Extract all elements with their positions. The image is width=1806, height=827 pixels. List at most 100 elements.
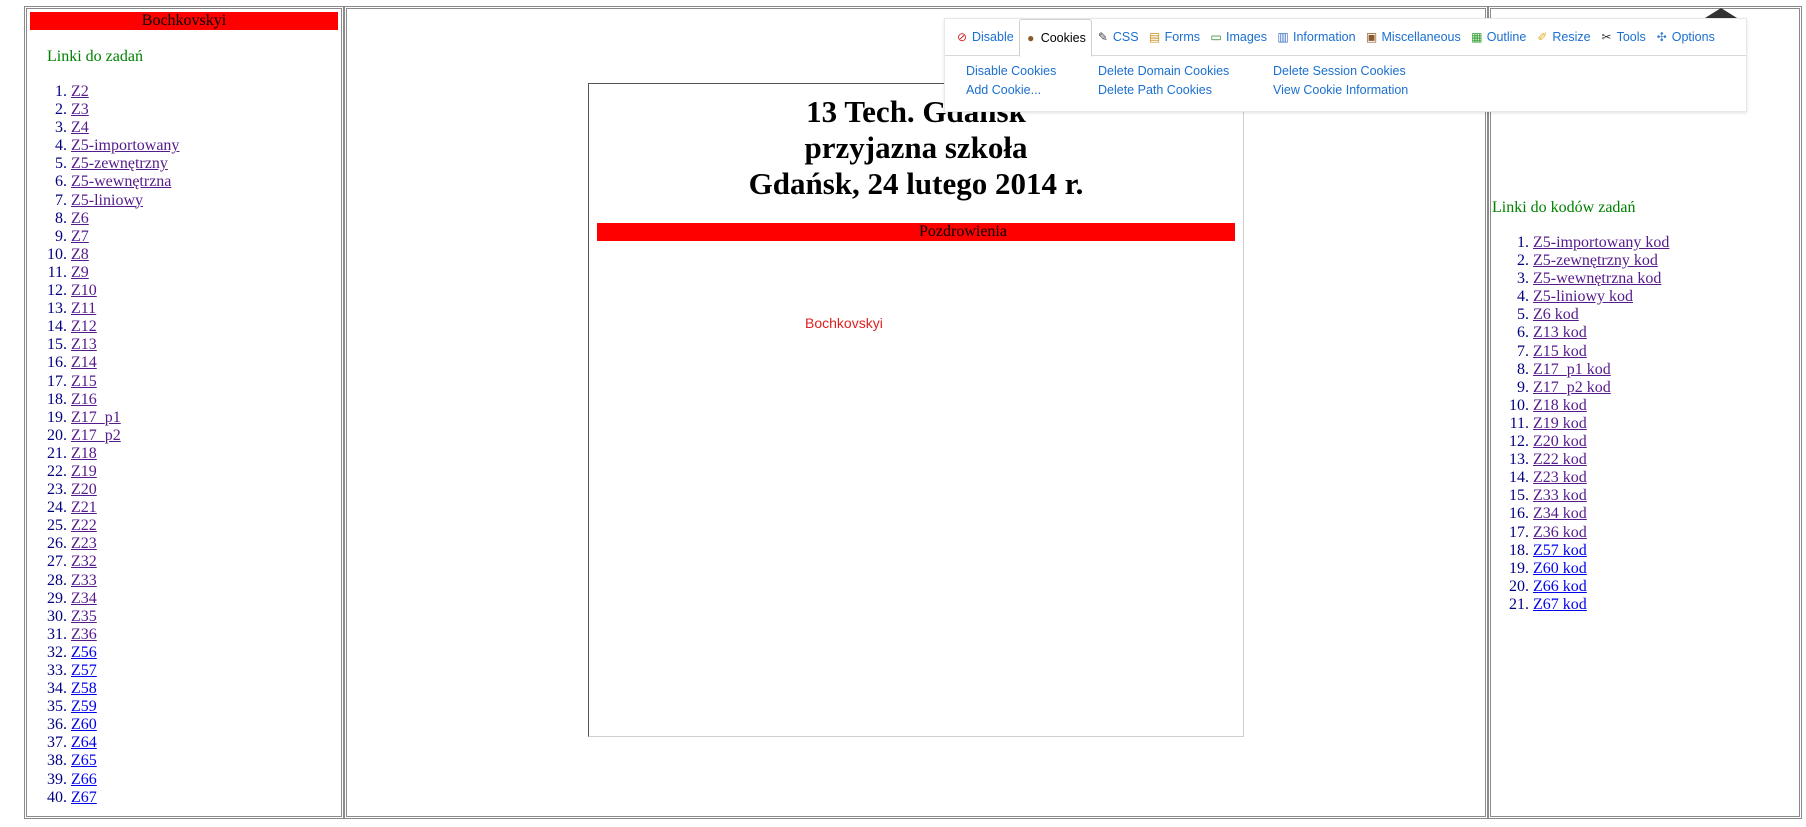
link-z9[interactable]: Z9 <box>71 264 89 282</box>
link-z36[interactable]: Z36 <box>71 626 97 644</box>
link-z22-kod[interactable]: Z22 kod <box>1533 451 1587 469</box>
tab-outline[interactable]: ▦ Outline <box>1466 20 1532 54</box>
link-z5-importowany-kod[interactable]: Z5-importowany kod <box>1533 234 1669 252</box>
list-item: 20. Z66 kod <box>1491 578 1799 596</box>
link-z60[interactable]: Z60 <box>71 716 97 734</box>
link-z32[interactable]: Z32 <box>71 553 97 571</box>
link-z15[interactable]: Z15 <box>71 373 97 391</box>
link-z34-kod[interactable]: Z34 kod <box>1533 505 1587 523</box>
outline-icon: ▦ <box>1471 30 1483 44</box>
tab-label: Images <box>1225 30 1267 44</box>
link-z6-kod[interactable]: Z6 kod <box>1533 306 1579 324</box>
view-cookie-information-item[interactable]: View Cookie Information <box>1273 83 1473 97</box>
link-z5-importowany[interactable]: Z5-importowany <box>71 137 179 155</box>
list-item: 12. Z20 kod <box>1491 433 1799 451</box>
link-z5-zewn-trzny-kod[interactable]: Z5-zewnętrzny kod <box>1533 252 1658 270</box>
tab-cookies[interactable]: ● Cookies <box>1018 19 1092 57</box>
link-z19[interactable]: Z19 <box>71 463 97 481</box>
link-z11[interactable]: Z11 <box>71 300 96 318</box>
list-item: 18. Z16 <box>27 391 341 409</box>
list-item: 7. Z5-liniowy <box>27 192 341 210</box>
link-z64[interactable]: Z64 <box>71 734 97 752</box>
list-item: 17. Z36 kod <box>1491 524 1799 542</box>
link-z5-liniowy[interactable]: Z5-liniowy <box>71 192 143 210</box>
tab-forms[interactable]: ▤ Forms <box>1144 20 1205 54</box>
link-z2[interactable]: Z2 <box>71 83 89 101</box>
link-z59[interactable]: Z59 <box>71 698 97 716</box>
link-z57-kod[interactable]: Z57 kod <box>1533 542 1587 560</box>
delete-domain-cookies-item[interactable]: Delete Domain Cookies <box>1098 64 1273 78</box>
delete-path-cookies-item[interactable]: Delete Path Cookies <box>1098 83 1273 97</box>
list-item-number: 20. <box>1509 577 1529 595</box>
link-z34[interactable]: Z34 <box>71 590 97 608</box>
link-z7[interactable]: Z7 <box>71 228 89 246</box>
link-z66-kod[interactable]: Z66 kod <box>1533 578 1587 596</box>
link-z17-p1-kod[interactable]: Z17_p1 kod <box>1533 361 1611 379</box>
link-z33-kod[interactable]: Z33 kod <box>1533 487 1587 505</box>
link-z35[interactable]: Z35 <box>71 608 97 626</box>
list-item: 1. Z2 <box>27 83 341 101</box>
link-z17-p1[interactable]: Z17_p1 <box>71 409 121 427</box>
list-item-number: 6. <box>55 173 67 191</box>
link-z3[interactable]: Z3 <box>71 101 89 119</box>
link-z22[interactable]: Z22 <box>71 517 97 535</box>
tab-disable[interactable]: ⊘ Disable <box>951 20 1019 54</box>
link-z5-wewn-trzna-kod[interactable]: Z5-wewnętrzna kod <box>1533 270 1661 288</box>
link-z36-kod[interactable]: Z36 kod <box>1533 524 1587 542</box>
link-z23-kod[interactable]: Z23 kod <box>1533 469 1587 487</box>
link-z14[interactable]: Z14 <box>71 354 97 372</box>
link-z19-kod[interactable]: Z19 kod <box>1533 415 1587 433</box>
link-z23[interactable]: Z23 <box>71 535 97 553</box>
list-item-number: 10. <box>1509 396 1529 414</box>
link-z16[interactable]: Z16 <box>71 391 97 409</box>
link-z33[interactable]: Z33 <box>71 572 97 590</box>
list-item: 39. Z66 <box>27 771 341 789</box>
link-z15-kod[interactable]: Z15 kod <box>1533 343 1587 361</box>
link-z20[interactable]: Z20 <box>71 481 97 499</box>
link-z13[interactable]: Z13 <box>71 336 97 354</box>
add-cookie-item[interactable]: Add Cookie... <box>966 83 1098 97</box>
list-item-number: 8. <box>55 209 67 227</box>
link-z21[interactable]: Z21 <box>71 499 97 517</box>
tab-miscellaneous[interactable]: ▣ Miscellaneous <box>1361 20 1466 54</box>
tab-tools[interactable]: ✂ Tools <box>1596 20 1651 54</box>
link-z5-wewn-trzna[interactable]: Z5-wewnętrzna <box>71 173 171 191</box>
link-z67[interactable]: Z67 <box>71 789 97 807</box>
link-z6[interactable]: Z6 <box>71 210 89 228</box>
tab-options[interactable]: ✣ Options <box>1651 20 1720 54</box>
tab-images[interactable]: ▭ Images <box>1205 20 1272 54</box>
link-z65[interactable]: Z65 <box>71 752 97 770</box>
link-z67-kod[interactable]: Z67 kod <box>1533 596 1587 614</box>
link-z57[interactable]: Z57 <box>71 662 97 680</box>
tab-resize[interactable]: ✐ Resize <box>1531 20 1595 54</box>
link-z12[interactable]: Z12 <box>71 318 97 336</box>
link-z18[interactable]: Z18 <box>71 445 97 463</box>
tab-information[interactable]: ▥ Information <box>1272 20 1361 54</box>
scroll-up-handle[interactable] <box>1705 8 1737 18</box>
link-z60-kod[interactable]: Z60 kod <box>1533 560 1587 578</box>
delete-session-cookies-item[interactable]: Delete Session Cookies <box>1273 64 1473 78</box>
link-z58[interactable]: Z58 <box>71 680 97 698</box>
disable-cookies-item[interactable]: Disable Cookies <box>966 64 1098 78</box>
list-item-number: 35. <box>47 698 67 716</box>
link-z13-kod[interactable]: Z13 kod <box>1533 324 1587 342</box>
link-z8[interactable]: Z8 <box>71 246 89 264</box>
list-item: 2. Z3 <box>27 101 341 119</box>
link-z4[interactable]: Z4 <box>71 119 89 137</box>
content-box: 13 Tech. Gdańsk przyjazna szkoła Gdańsk,… <box>588 83 1244 737</box>
link-z56[interactable]: Z56 <box>71 644 97 662</box>
link-z18-kod[interactable]: Z18 kod <box>1533 397 1587 415</box>
link-z5-liniowy-kod[interactable]: Z5-liniowy kod <box>1533 288 1633 306</box>
tab-css[interactable]: ✎ CSS <box>1092 20 1144 54</box>
link-z66[interactable]: Z66 <box>71 771 97 789</box>
list-item-number: 25. <box>47 517 67 535</box>
tab-label: Cookies <box>1040 31 1086 45</box>
link-z10[interactable]: Z10 <box>71 282 97 300</box>
link-z17-p2[interactable]: Z17_p2 <box>71 427 121 445</box>
link-z20-kod[interactable]: Z20 kod <box>1533 433 1587 451</box>
right-frame: Linki do kodów zadań 1. Z5-importowany ko… <box>1488 6 1802 819</box>
link-z17-p2-kod[interactable]: Z17_p2 kod <box>1533 379 1611 397</box>
list-item: 5. Z5-zewnętrzny <box>27 155 341 173</box>
list-item: 29. Z34 <box>27 590 341 608</box>
link-z5-zewn-trzny[interactable]: Z5-zewnętrzny <box>71 155 168 173</box>
